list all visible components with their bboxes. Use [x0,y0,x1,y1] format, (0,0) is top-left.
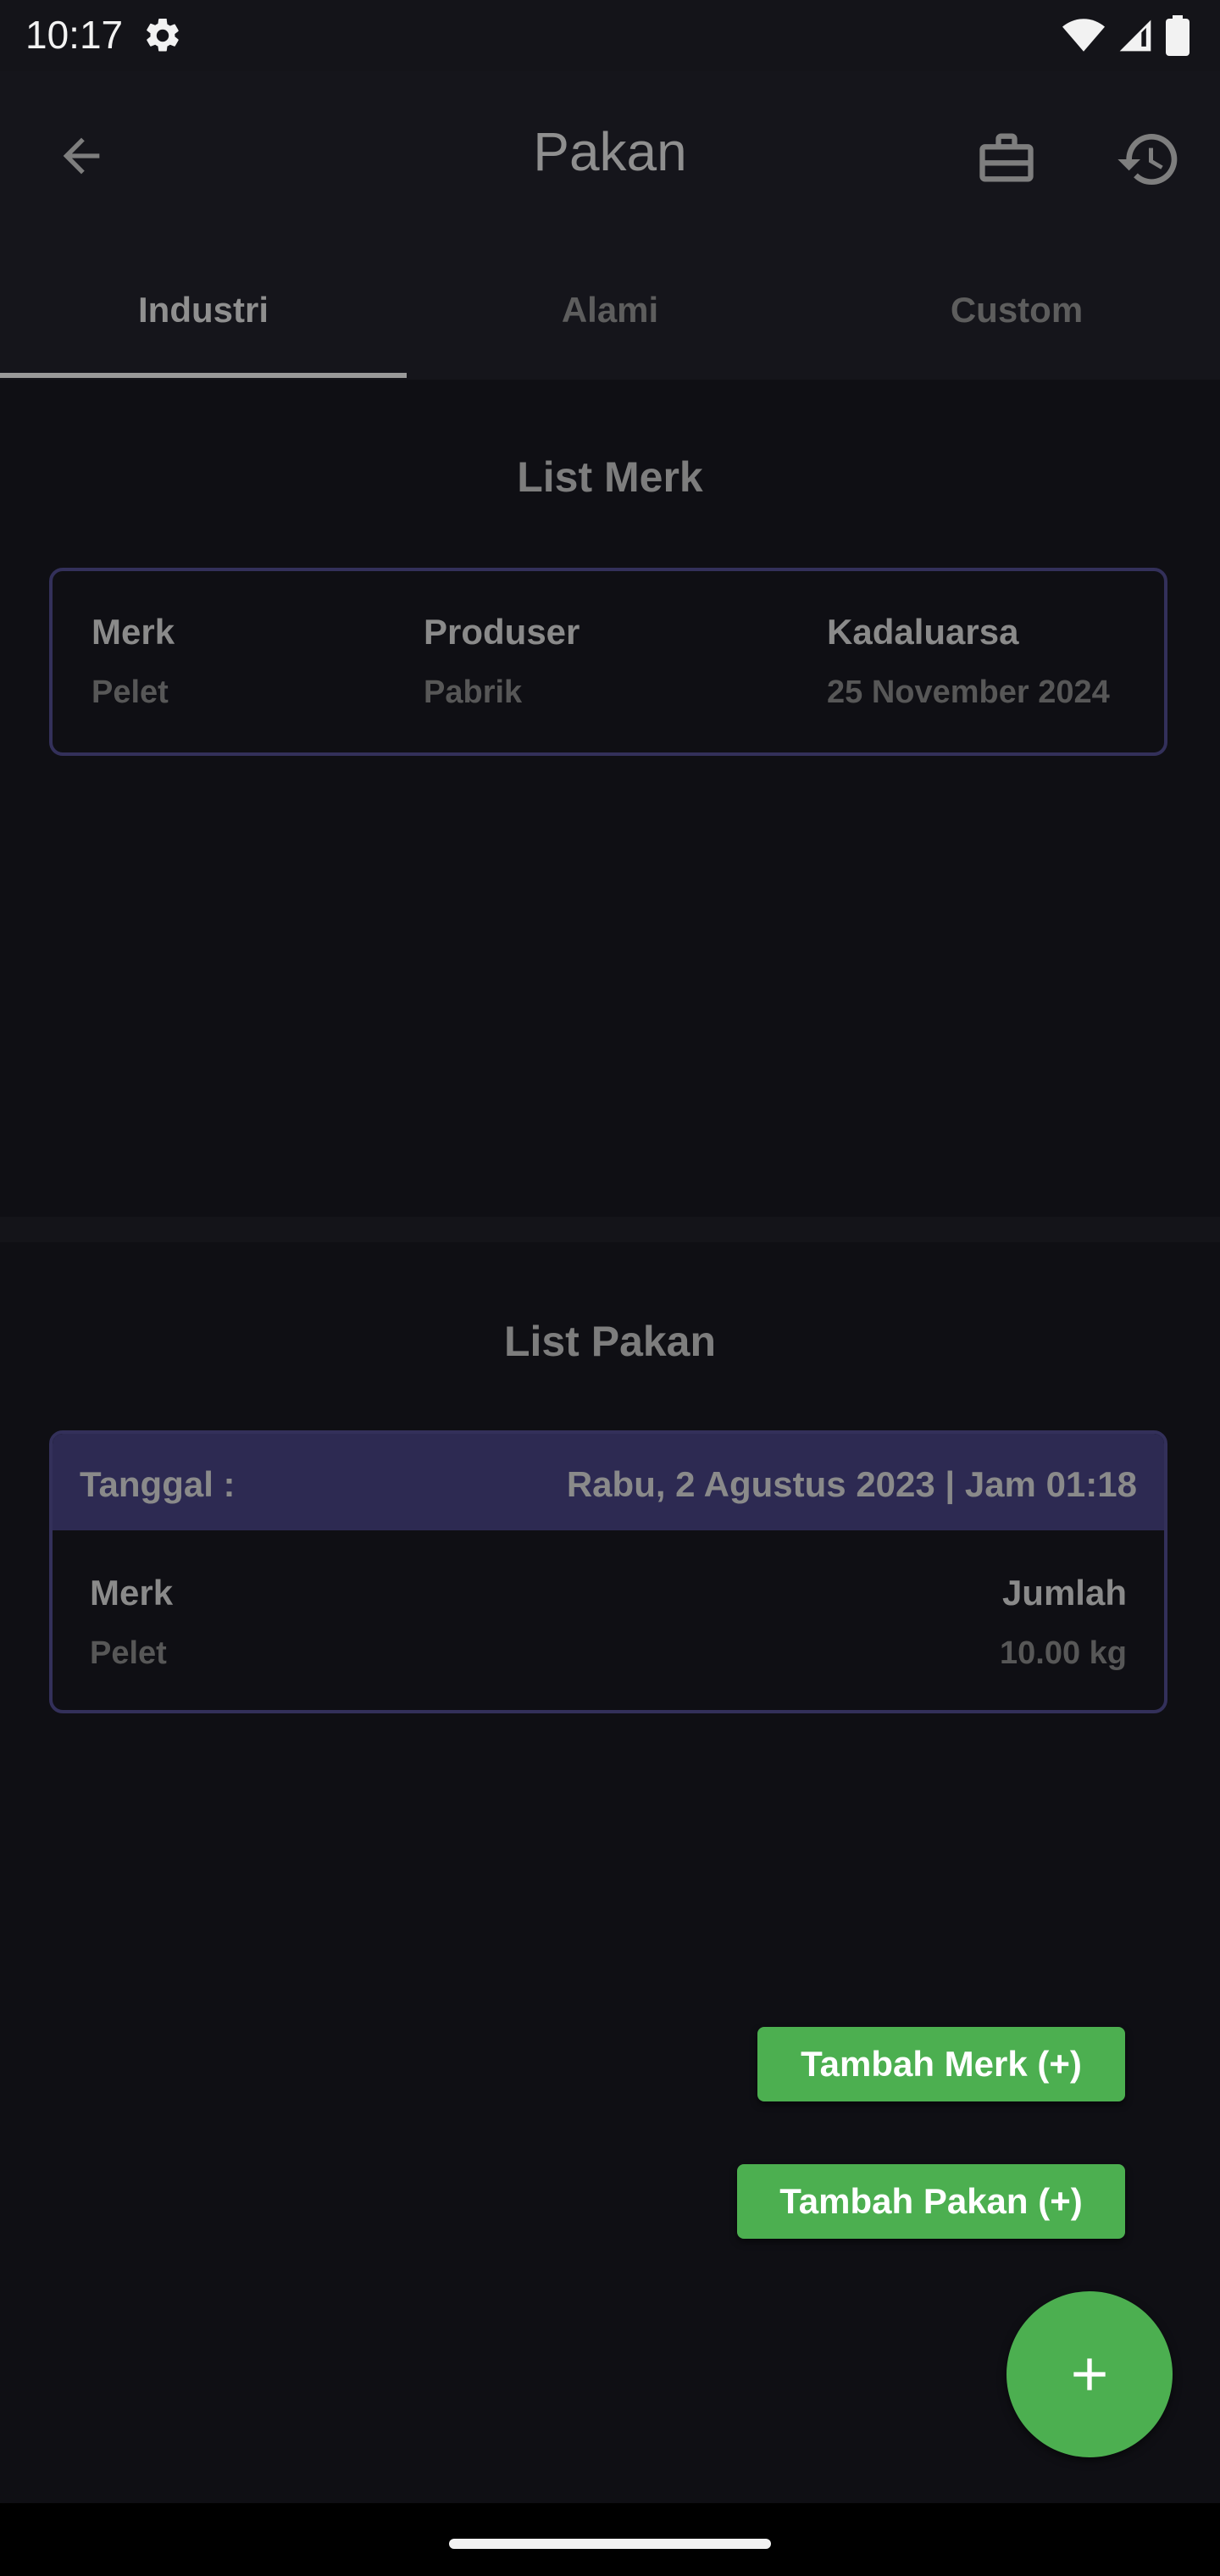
pakan-jumlah-column: Jumlah 10.00 kg [1000,1573,1127,1672]
merk-label: Merk [92,612,175,652]
produser-label: Produser [424,612,580,652]
jumlah-value: 10.00 kg [1000,1635,1127,1671]
merk-value: Pelet [92,675,169,710]
status-time: 10:17 [25,13,124,57]
produser-value: Pabrik [424,675,523,710]
plus-icon [1073,2358,1106,2390]
produser-column: Produser Pabrik [424,612,580,711]
system-nav-bar [0,2503,1220,2576]
wifi-icon [1062,19,1105,52]
tambah-merk-button[interactable]: Tambah Merk (+) [757,2027,1125,2101]
section-divider [0,1217,1220,1242]
history-button[interactable] [1113,124,1184,195]
merk-card[interactable]: Merk Pelet Produser Pabrik Kadaluarsa 25… [49,568,1167,756]
tanggal-label: Tanggal : [80,1464,236,1504]
app-bar: Pakan [0,71,1220,241]
tambah-pakan-button[interactable]: Tambah Pakan (+) [737,2164,1125,2239]
tab-alami[interactable]: Alami [407,241,813,380]
signal-icon [1119,19,1151,52]
tab-industri[interactable]: Industri [0,241,407,380]
home-indicator[interactable] [449,2539,771,2549]
gear-icon [147,18,179,52]
pakan-merk-column: Merk Pelet [90,1573,173,1672]
list-merk-section [0,380,1220,1217]
pakan-card[interactable]: Tanggal : Rabu, 2 Agustus 2023 | Jam 01:… [49,1430,1167,1713]
kadaluarsa-value: 25 November 2024 [827,675,1110,710]
kadaluarsa-label: Kadaluarsa [827,612,1019,652]
battery-icon [1166,15,1190,56]
add-fab-button[interactable] [1006,2291,1173,2457]
merk-column: Merk Pelet [92,612,175,711]
inventory-button[interactable] [973,124,1040,192]
briefcase-icon [979,133,1034,182]
pakan-merk-value: Pelet [90,1635,167,1671]
kadaluarsa-column: Kadaluarsa 25 November 2024 [827,612,1110,711]
tanggal-value: Rabu, 2 Agustus 2023 | Jam 01:18 [566,1464,1137,1504]
status-bar: 10:17 [0,0,1220,71]
status-icons [1062,15,1190,56]
pakan-merk-label: Merk [90,1573,174,1613]
tab-indicator [0,373,407,378]
jumlah-label: Jumlah [1001,1573,1127,1613]
tab-bar: Industri Alami Custom [0,241,1220,380]
list-pakan-title: List Pakan [503,1318,717,1365]
tab-custom[interactable]: Custom [813,241,1220,380]
list-merk-title: List Merk [517,453,703,501]
history-icon [1117,134,1178,186]
pakan-card-header: Tanggal : Rabu, 2 Agustus 2023 | Jam 01:… [53,1434,1164,1530]
